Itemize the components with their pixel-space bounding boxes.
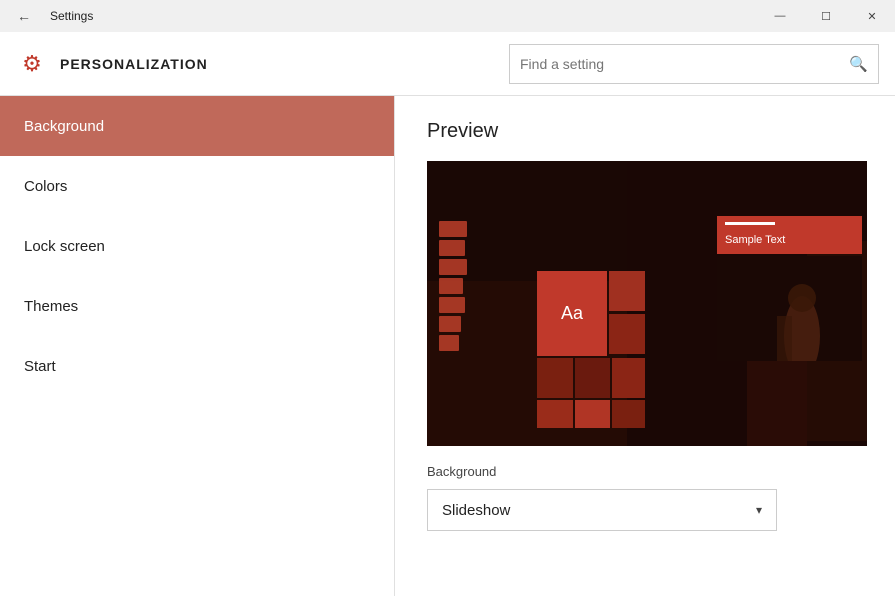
- search-input[interactable]: [520, 56, 849, 72]
- preview-background: Aa: [427, 161, 867, 446]
- preview-bar-4: [439, 278, 463, 294]
- preview-bar-3: [439, 259, 467, 275]
- preview-window: Aa: [427, 161, 867, 446]
- sidebar-item-label: Lock screen: [24, 238, 105, 255]
- preview-tile-sm6: [537, 400, 573, 428]
- header-left: ⚙ PERSONALIZATION: [16, 48, 208, 80]
- preview-tooltip-box: Sample Text: [717, 216, 862, 254]
- background-dropdown[interactable]: Slideshow ▾: [427, 489, 777, 531]
- sidebar-item-label: Themes: [24, 298, 78, 315]
- sidebar-item-lockscreen[interactable]: Lock screen: [0, 216, 394, 276]
- app-title: PERSONALIZATION: [60, 56, 208, 72]
- sidebar: Background Colors Lock screen Themes Sta…: [0, 96, 395, 596]
- sidebar-item-themes[interactable]: Themes: [0, 276, 394, 336]
- preview-tile-sm4: [575, 358, 610, 398]
- search-icon: 🔍: [849, 55, 868, 73]
- sidebar-item-start[interactable]: Start: [0, 336, 394, 396]
- titlebar-title: Settings: [50, 9, 93, 23]
- figure-svg: [717, 256, 862, 361]
- preview-bar-6: [439, 316, 461, 332]
- preview-bar-2: [439, 240, 465, 256]
- preview-aa-tile: Aa: [537, 271, 607, 356]
- sidebar-item-label: Colors: [24, 178, 67, 195]
- maximize-button[interactable]: ☐: [803, 0, 849, 32]
- close-button[interactable]: ✕: [849, 0, 895, 32]
- preview-tile-sm2: [609, 314, 645, 354]
- preview-tile-sm5: [612, 358, 645, 398]
- chevron-down-icon: ▾: [756, 503, 762, 517]
- titlebar: ← Settings — ☐ ✕: [0, 0, 895, 32]
- preview-bar-5: [439, 297, 465, 313]
- titlebar-controls: — ☐ ✕: [757, 0, 895, 32]
- sample-text: Sample Text: [725, 234, 785, 246]
- preview-tile-sm1: [609, 271, 645, 311]
- sidebar-item-background[interactable]: Background: [0, 96, 394, 156]
- sidebar-item-label: Start: [24, 358, 56, 375]
- tooltip-line: [725, 222, 775, 225]
- dropdown-value: Slideshow: [442, 502, 510, 519]
- minimize-button[interactable]: —: [757, 0, 803, 32]
- preview-tile-sm8: [612, 400, 645, 428]
- sidebar-item-label: Background: [24, 118, 104, 135]
- titlebar-left: ← Settings: [8, 0, 93, 32]
- back-button[interactable]: ←: [8, 0, 40, 32]
- preview-tooltip-panel: Sample Text: [717, 216, 862, 361]
- header: ⚙ PERSONALIZATION 🔍: [0, 32, 895, 96]
- preview-center-tiles: Aa: [482, 216, 592, 376]
- preview-photo-area: [717, 256, 862, 361]
- preview-bar-1: [439, 221, 467, 237]
- preview-tile-sm3: [537, 358, 573, 398]
- sidebar-item-colors[interactable]: Colors: [0, 156, 394, 216]
- main-layout: Background Colors Lock screen Themes Sta…: [0, 96, 895, 596]
- preview-bar-7: [439, 335, 459, 351]
- content-area: Preview: [395, 96, 895, 596]
- background-label: Background: [427, 464, 863, 479]
- preview-left-panel: [439, 221, 469, 351]
- preview-tile-sm7: [575, 400, 610, 428]
- personalization-icon: ⚙: [16, 48, 48, 80]
- search-box[interactable]: 🔍: [509, 44, 879, 84]
- preview-title: Preview: [427, 120, 863, 143]
- aa-label: Aa: [561, 303, 583, 324]
